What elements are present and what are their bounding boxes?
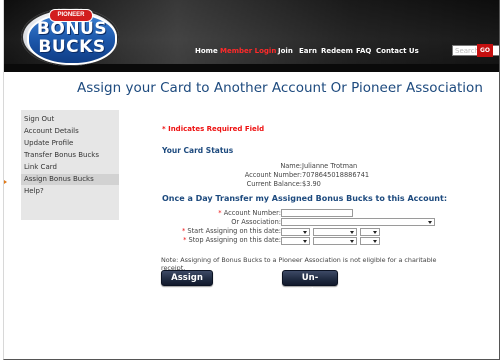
stop-date-label-text: Stop Assigning on this date: <box>188 236 281 244</box>
charitable-receipt-note: Note: Assigning of Bonus Bucks to a Pion… <box>161 256 437 264</box>
chevron-down-icon <box>373 240 377 243</box>
current-item-arrow-icon <box>4 180 7 184</box>
transfer-heading: Once a Day Transfer my Assigned Bonus Bu… <box>162 194 448 203</box>
status-name-label: Name: <box>280 162 302 170</box>
status-balance-row: Current Balance: $3.90 <box>162 180 402 189</box>
status-account-label: Account Number: <box>244 171 302 179</box>
nav-member-login[interactable]: Member Login <box>217 44 279 58</box>
chevron-down-icon <box>428 221 432 224</box>
status-balance-value: $3.90 <box>302 180 321 188</box>
stop-month-select[interactable] <box>281 237 310 245</box>
status-name-value: Julianne Trotman <box>302 162 358 170</box>
sidebar-item-help[interactable]: Help? <box>24 186 116 197</box>
browser-frame: PIONEER BONUS BUCKS Home Member Login Jo… <box>3 0 500 360</box>
chevron-down-icon <box>303 231 307 234</box>
status-account-value: 7078645018886741 <box>302 171 370 179</box>
start-month-select[interactable] <box>281 228 310 236</box>
account-number-input[interactable] <box>281 209 353 217</box>
nav-join[interactable]: Join <box>275 44 296 58</box>
bonus-bucks-logo[interactable]: PIONEER BONUS BUCKS <box>21 8 119 66</box>
chevron-down-icon <box>373 231 377 234</box>
sidebar-item-account-details[interactable]: Account Details <box>24 126 116 137</box>
start-date-label: * Start Assigning on this date: <box>174 227 281 236</box>
logo-text: BONUS BUCKS <box>29 20 115 56</box>
logo-line2: BUCKS <box>38 37 106 57</box>
chevron-down-icon <box>350 231 354 234</box>
search-go-button[interactable]: GO <box>477 44 493 57</box>
status-account-row: Account Number: 7078645018886741 <box>162 171 402 180</box>
association-select[interactable] <box>281 218 435 226</box>
card-status-heading: Your Card Status <box>162 146 234 155</box>
start-year-select[interactable] <box>360 228 380 236</box>
start-day-select[interactable] <box>313 228 357 236</box>
sidebar: Sign Out Account Details Update Profile … <box>21 110 119 220</box>
logo-line1: BONUS <box>36 19 108 39</box>
account-number-label: * Account Number: <box>184 209 281 218</box>
nav-earn[interactable]: Earn <box>296 44 320 58</box>
logo-inner-oval: PIONEER BONUS BUCKS <box>27 9 117 65</box>
chevron-down-icon <box>303 240 307 243</box>
sidebar-item-sign-out[interactable]: Sign Out <box>24 114 116 125</box>
sidebar-item-link-card[interactable]: Link Card <box>24 162 116 173</box>
account-number-label-text: Account Number: <box>223 209 281 217</box>
page-title: Assign your Card to Another Account Or P… <box>77 80 483 96</box>
sidebar-item-update-profile[interactable]: Update Profile <box>24 138 116 149</box>
sidebar-item-transfer-bonus-bucks[interactable]: Transfer Bonus Bucks <box>24 150 116 161</box>
sidebar-item-assign-bonus-bucks[interactable]: Assign Bonus Bucks <box>21 174 119 185</box>
nav-redeem[interactable]: Redeem <box>318 44 356 58</box>
chevron-down-icon <box>350 240 354 243</box>
stop-date-label: * Stop Assigning on this date: <box>174 236 281 245</box>
required-field-note: * Indicates Required Field <box>162 125 265 133</box>
assign-button[interactable]: Assign <box>161 270 213 286</box>
nav-contact-us[interactable]: Contact Us <box>373 44 422 58</box>
nav-faq[interactable]: FAQ <box>353 44 374 58</box>
association-label: Or Association: <box>231 218 281 226</box>
stop-year-select[interactable] <box>360 237 380 245</box>
status-name-row: Name: Julianne Trotman <box>162 162 402 171</box>
start-date-label-text: Start Assigning on this date: <box>187 227 281 235</box>
status-balance-label: Current Balance: <box>246 180 302 188</box>
unassign-button[interactable]: Un-Assign <box>282 270 338 297</box>
stop-day-select[interactable] <box>313 237 357 245</box>
